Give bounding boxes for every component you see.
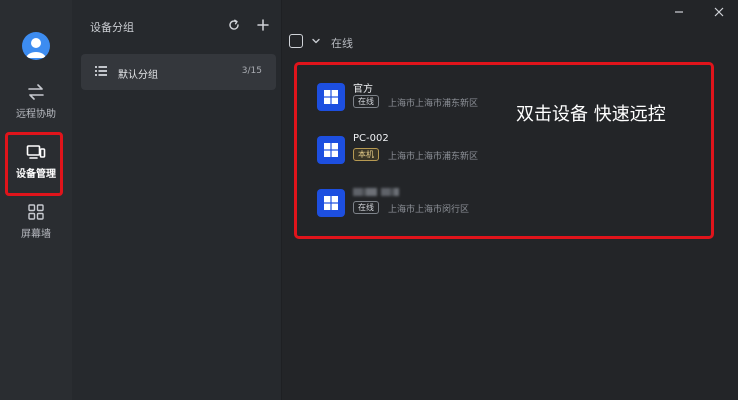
nav-rail: 远程协助 设备管理 屏幕墙 [0, 0, 72, 400]
group-panel-title: 设备分组 [90, 21, 134, 34]
minimize-icon [675, 11, 683, 13]
arrows-swap-icon [28, 84, 44, 100]
group-item-count: 3/15 [241, 66, 262, 76]
status-filter-label[interactable]: 在线 [331, 35, 353, 51]
app-window: 远程协助 设备管理 屏幕墙 设备分组 默认分组 3/15 在线 官方 在线 上海… [0, 0, 738, 400]
windows-icon [317, 83, 345, 111]
list-icon [95, 66, 107, 76]
device-item[interactable]: 在线 上海市上海市闵行区 [317, 186, 617, 222]
add-group-button[interactable] [255, 17, 271, 33]
device-location: 上海市上海市闵行区 [388, 205, 470, 215]
device-list-area: 在线 官方 在线 上海市上海市浦东新区 PC-002 本机 上海市上海市浦东新区… [283, 0, 738, 400]
close-button[interactable] [710, 4, 728, 20]
status-badge: 在线 [353, 95, 379, 108]
refresh-button[interactable] [226, 17, 242, 33]
device-item[interactable]: PC-002 本机 上海市上海市浦东新区 [317, 133, 617, 169]
annotation-text: 双击设备 快速远控 [516, 104, 666, 125]
device-name-blurred [353, 188, 399, 196]
windows-icon [317, 136, 345, 164]
device-name: 官方 [353, 84, 373, 95]
highlight-box-nav [5, 132, 63, 196]
group-panel: 设备分组 默认分组 3/15 [72, 0, 282, 400]
device-location: 上海市上海市浦东新区 [388, 99, 479, 109]
minimize-button[interactable] [670, 4, 688, 20]
nav-item-remote-assist[interactable]: 远程协助 [4, 80, 68, 132]
device-name: PC-002 [353, 133, 389, 144]
group-item-default[interactable]: 默认分组 3/15 [81, 54, 276, 90]
chevron-down-icon[interactable] [311, 36, 321, 46]
close-icon [714, 7, 724, 17]
nav-label-remote-assist: 远程协助 [16, 109, 56, 120]
local-badge: 本机 [353, 148, 379, 161]
nav-item-screen-wall[interactable]: 屏幕墙 [4, 200, 68, 252]
grid-icon [28, 204, 44, 220]
windows-icon [317, 189, 345, 217]
device-location: 上海市上海市浦东新区 [388, 152, 479, 162]
plus-icon [257, 19, 269, 31]
nav-label-screen-wall: 屏幕墙 [21, 229, 51, 240]
avatar[interactable] [22, 32, 50, 60]
user-icon [26, 38, 46, 58]
refresh-icon [229, 19, 239, 30]
select-all-checkbox[interactable] [289, 34, 303, 48]
group-panel-header: 设备分组 [72, 0, 282, 50]
status-badge: 在线 [353, 201, 379, 214]
group-item-name: 默认分组 [118, 70, 158, 81]
